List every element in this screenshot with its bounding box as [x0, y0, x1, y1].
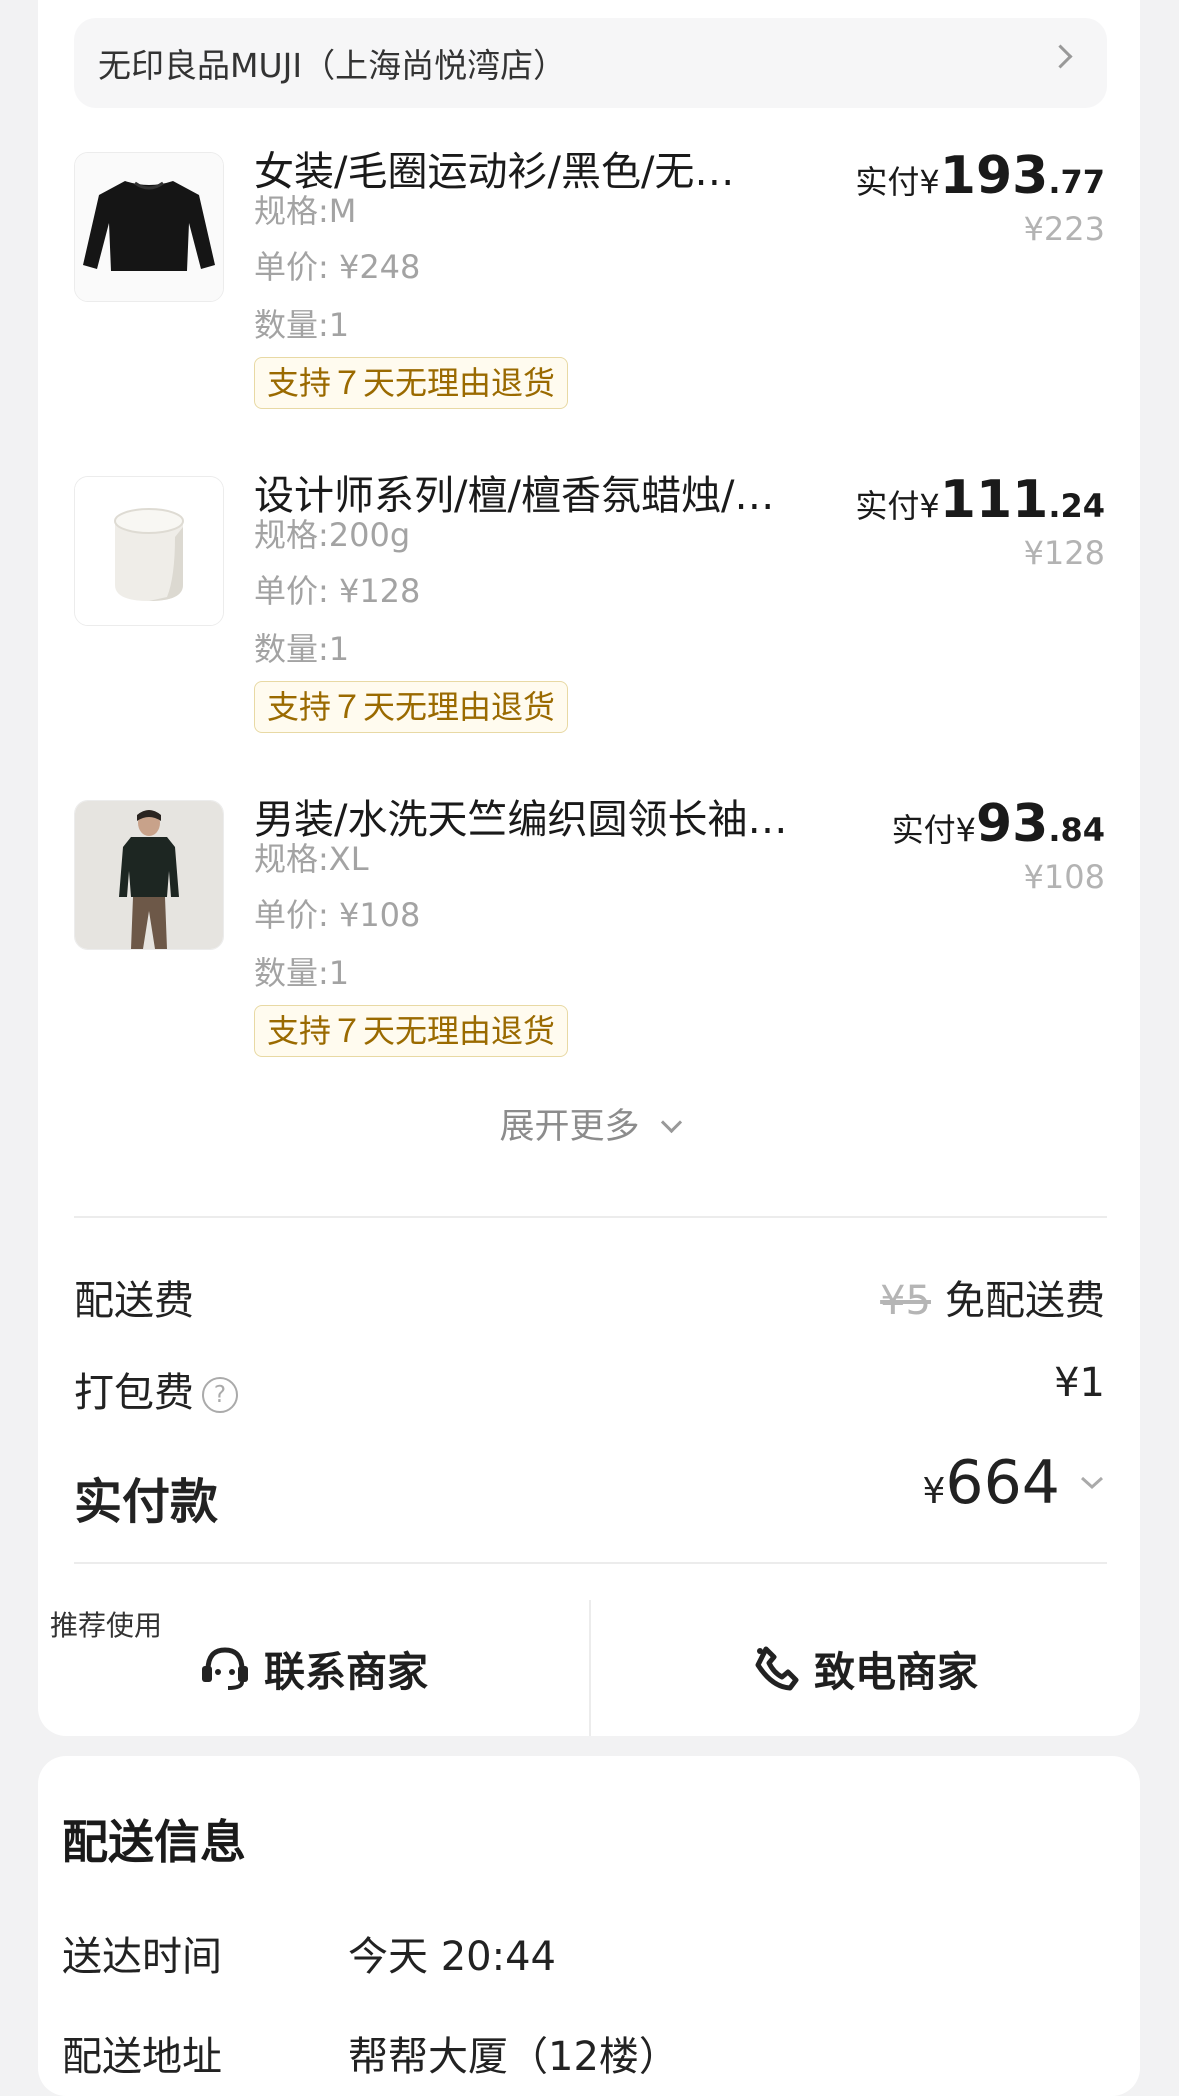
call-merchant-label: 致电商家: [814, 1648, 978, 1696]
item-unit-price: 单价: ¥108: [254, 896, 421, 934]
return-policy-badge: 支持７天无理由退货: [254, 1005, 569, 1057]
item-spec: 规格:200g: [254, 516, 411, 554]
chevron-right-icon: [1048, 44, 1073, 69]
phone-icon: [755, 1646, 799, 1691]
delivery-time-label: 送达时间: [62, 1934, 222, 1980]
delivery-fee-label: 配送费: [74, 1278, 194, 1324]
divider: [74, 1562, 1107, 1564]
delivery-info-card: 配送信息 送达时间 今天 20:44 配送地址 帮帮大厦（12楼）: [38, 1756, 1140, 2096]
help-icon[interactable]: ?: [202, 1377, 238, 1413]
item-original-price: ¥223: [1023, 210, 1105, 248]
packing-fee-value: ¥1: [1054, 1360, 1105, 1406]
recommend-badge: 推荐使用: [38, 1600, 175, 1652]
paid-dec: .84: [1048, 811, 1105, 849]
white-candle-image: [75, 477, 223, 625]
item-unit-price: 单价: ¥248: [254, 248, 421, 286]
delivery-fee-value: 免配送费: [945, 1278, 1105, 1324]
item-paid-price: 实付¥193.77: [855, 146, 1105, 206]
expand-more-label: 展开更多: [499, 1107, 640, 1147]
item-original-price: ¥108: [1023, 858, 1105, 896]
paid-label: 实付¥: [891, 811, 976, 849]
contact-merchant-label: 联系商家: [264, 1648, 428, 1696]
product-image[interactable]: [74, 476, 224, 626]
total-label: 实付款: [74, 1474, 219, 1530]
order-item[interactable]: 女装/毛圈运动衫/黑色/无… 规格:M 单价: ¥248 数量:1 支持７天无理…: [74, 144, 1107, 434]
delivery-fee-original: ¥5: [880, 1278, 931, 1324]
return-policy-badge: 支持７天无理由退货: [254, 681, 569, 733]
chevron-down-icon: [660, 1111, 682, 1134]
chat-service-icon: [202, 1647, 248, 1690]
order-item[interactable]: 男装/水洗天竺编织圆领长袖… 规格:XL 单价: ¥108 数量:1 支持７天无…: [74, 792, 1107, 1082]
chevron-down-icon: [1080, 1476, 1104, 1490]
order-card: 无印良品MUJI（上海尚悦湾店） 女装/毛圈运动衫/黑色/无… 规格:M 单价:…: [38, 0, 1140, 1736]
item-paid-price: 实付¥93.84: [892, 794, 1105, 854]
man-longsleeve-image: [75, 801, 223, 949]
store-row[interactable]: 无印良品MUJI（上海尚悦湾店）: [74, 18, 1107, 108]
total-value: 664: [945, 1448, 1060, 1518]
return-policy-badge: 支持７天无理由退货: [254, 357, 569, 409]
paid-dec: .24: [1048, 487, 1105, 525]
delivery-address-label: 配送地址: [62, 2034, 222, 2080]
item-paid-price: 实付¥111.24: [855, 470, 1105, 530]
divider: [74, 1216, 1107, 1218]
delivery-time-value: 今天 20:44: [348, 1934, 556, 1980]
packing-fee-row: 打包费? ¥1: [74, 1360, 1107, 1418]
item-quantity: 数量:1: [254, 306, 350, 344]
paid-label: 实付¥: [855, 487, 940, 525]
item-quantity: 数量:1: [254, 954, 350, 992]
total-currency: ¥: [922, 1471, 946, 1512]
item-spec: 规格:M: [254, 192, 357, 230]
store-name: 无印良品MUJI（上海尚悦湾店）: [98, 46, 567, 85]
paid-int: 93: [975, 794, 1049, 854]
delivery-fee-row: 配送费 ¥5 免配送费: [74, 1268, 1107, 1326]
paid-label: 实付¥: [855, 163, 940, 201]
item-unit-price: 单价: ¥128: [254, 572, 421, 610]
total-row[interactable]: 实付款 ¥664: [74, 1448, 1107, 1532]
order-item[interactable]: 设计师系列/檀/檀香氛蜡烛/… 规格:200g 单价: ¥128 数量:1 支持…: [74, 468, 1107, 758]
product-image[interactable]: [74, 152, 224, 302]
product-image[interactable]: [74, 800, 224, 950]
call-merchant-button[interactable]: 致电商家: [590, 1600, 1140, 1736]
black-sweatshirt-image: [75, 153, 223, 301]
paid-int: 193: [939, 146, 1049, 206]
paid-int: 111: [939, 470, 1049, 530]
section-title: 配送信息: [62, 1815, 246, 1869]
item-quantity: 数量:1: [254, 630, 350, 668]
paid-dec: .77: [1048, 163, 1105, 201]
item-original-price: ¥128: [1023, 534, 1105, 572]
contact-bar: 联系商家 推荐使用 致电商家: [38, 1600, 1140, 1736]
packing-fee-label: 打包费: [74, 1370, 194, 1416]
delivery-address-value: 帮帮大厦（12楼）: [348, 2034, 679, 2080]
expand-more-button[interactable]: 展开更多: [38, 1098, 1140, 1149]
item-spec: 规格:XL: [254, 840, 369, 878]
